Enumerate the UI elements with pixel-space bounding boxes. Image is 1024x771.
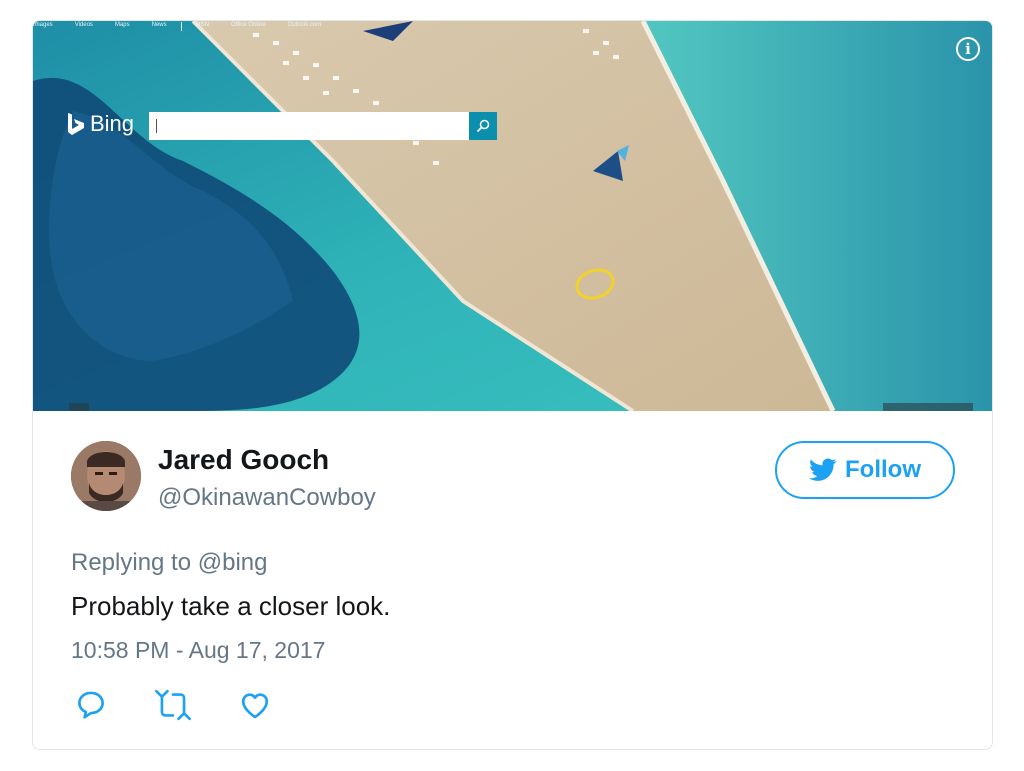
nav-news[interactable]: News (152, 22, 167, 34)
reply-button[interactable] (71, 687, 111, 723)
like-button[interactable] (235, 687, 275, 723)
nav-office-online[interactable]: Office Online (231, 22, 266, 34)
tweet-timestamp[interactable]: 10:58 PM - Aug 17, 2017 (71, 637, 325, 664)
bing-logo-text: Bing (90, 111, 135, 136)
nav-images[interactable]: Images (33, 22, 53, 34)
retweet-button[interactable] (153, 687, 193, 723)
nav-msn[interactable]: MSN (196, 22, 209, 34)
beach-aerial-photo (33, 21, 992, 411)
bing-logo: Bing (67, 111, 134, 137)
reply-icon (78, 691, 104, 719)
bing-search-input[interactable] (149, 112, 469, 140)
info-icon[interactable]: i (956, 37, 980, 61)
nav-maps[interactable]: Maps (115, 22, 130, 34)
replying-prefix: Replying to (71, 549, 192, 576)
nav-separator (180, 22, 182, 31)
author-name[interactable]: Jared Gooch (158, 444, 329, 476)
nav-videos[interactable]: Videos (75, 22, 93, 34)
nav-outlook[interactable]: Outlook.com (288, 22, 322, 34)
tweet-actions (71, 687, 275, 723)
tweet-image[interactable]: Images Videos Maps News MSN Office Onlin… (33, 21, 992, 411)
tweet-text: Probably take a closer look. (71, 591, 391, 621)
search-icon (476, 119, 490, 133)
retweet-icon (155, 689, 191, 721)
bing-search-button[interactable] (469, 112, 497, 140)
bing-top-nav: Images Videos Maps News MSN Office Onlin… (33, 22, 343, 34)
replying-to: Replying to @bing (71, 549, 268, 577)
replying-mention[interactable]: @bing (198, 549, 268, 576)
text-caret (156, 119, 157, 133)
avatar-image (71, 441, 141, 511)
bing-logo-icon (68, 113, 84, 135)
avatar[interactable] (71, 441, 141, 511)
follow-label: Follow (845, 456, 921, 483)
tweet-card: Images Videos Maps News MSN Office Onlin… (32, 20, 993, 750)
follow-button[interactable]: Follow (775, 441, 955, 499)
author-handle[interactable]: @OkinawanCowboy (158, 484, 376, 512)
like-icon (241, 693, 269, 719)
twitter-bird-icon (809, 458, 837, 481)
